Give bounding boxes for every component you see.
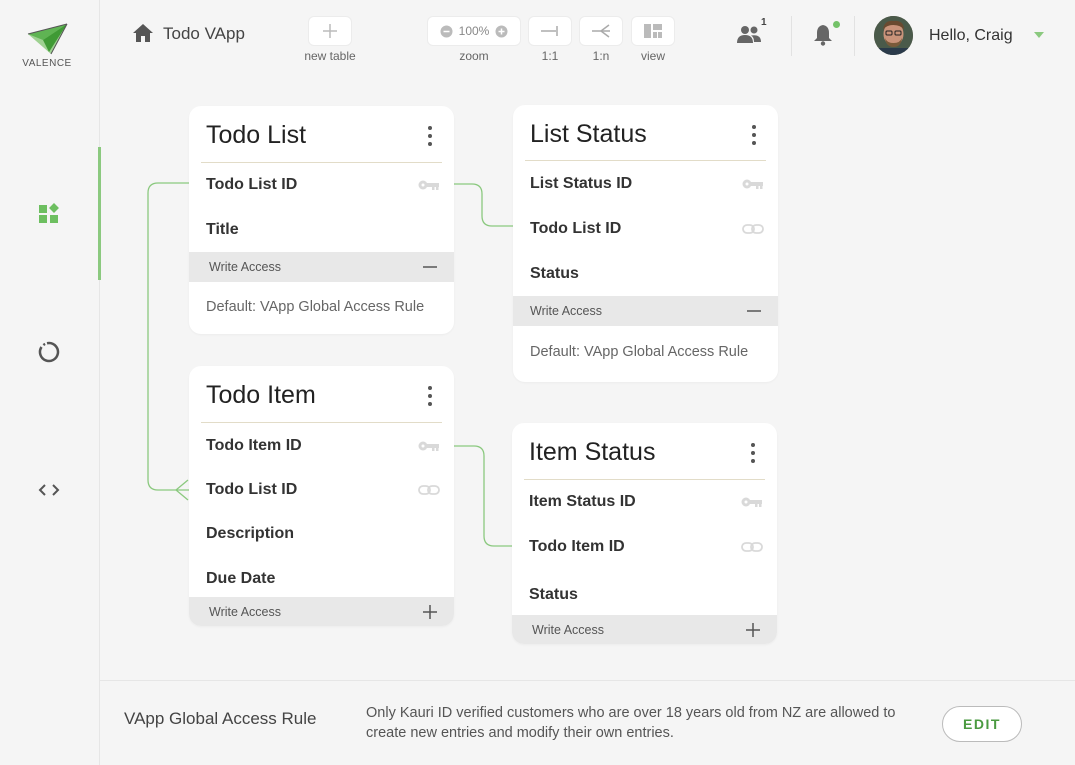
user-greeting[interactable]: Hello, Craig — [929, 27, 1013, 45]
view-button[interactable] — [632, 17, 674, 45]
collapse-minus-icon[interactable] — [746, 303, 762, 319]
more-options-icon[interactable] — [424, 386, 436, 406]
zoom-out-icon[interactable] — [440, 25, 453, 38]
one-to-one-button[interactable] — [529, 17, 571, 45]
access-rule-text: Default: VApp Global Access Rule — [530, 344, 749, 360]
table-card-list-status[interactable]: List Status List Status ID Todo List ID … — [513, 105, 778, 382]
table-title: List Status — [530, 120, 647, 148]
field-row[interactable]: Title — [206, 221, 239, 239]
avatar[interactable] — [874, 16, 913, 55]
field-row[interactable]: Todo Item ID — [529, 538, 625, 556]
code-icon — [38, 484, 60, 496]
global-rule-description: Only Kauri ID verified customers who are… — [366, 705, 896, 741]
one-to-many-tool: 1:n — [580, 17, 622, 63]
zoom-label: zoom — [459, 49, 489, 63]
field-row[interactable]: Item Status ID — [529, 493, 636, 511]
write-access-label: Write Access — [530, 304, 603, 318]
new-table-tool: new table — [304, 17, 356, 63]
home-icon[interactable] — [132, 23, 154, 43]
expand-plus-icon[interactable] — [745, 622, 761, 638]
field-row[interactable]: Due Date — [206, 570, 275, 588]
layout-view-icon — [644, 24, 662, 38]
one-to-many-label: 1:n — [592, 49, 610, 63]
field-row[interactable]: Todo List ID — [530, 220, 621, 238]
zoom-in-icon[interactable] — [495, 25, 508, 38]
title-divider — [524, 479, 765, 480]
link-icon — [741, 542, 763, 552]
field-row[interactable]: List Status ID — [530, 175, 632, 193]
table-card-todo-list[interactable]: Todo List Todo List ID Title Write Acces… — [189, 106, 454, 334]
key-icon — [418, 441, 439, 451]
title-divider — [201, 162, 442, 163]
sidebar-item-sync[interactable] — [36, 339, 62, 365]
bell-icon[interactable] — [813, 24, 833, 46]
one-to-many-relation-icon — [592, 24, 610, 38]
write-access-header[interactable]: Write Access — [189, 252, 454, 282]
zoom-value: 100% — [458, 24, 490, 38]
more-options-icon[interactable] — [747, 443, 759, 463]
sidebar-active-indicator — [98, 147, 101, 280]
link-icon — [418, 485, 440, 495]
users-count-badge: 1 — [761, 17, 767, 28]
write-access-label: Write Access — [532, 623, 605, 637]
field-row[interactable]: Todo List ID — [206, 481, 297, 499]
collapse-minus-icon[interactable] — [422, 259, 438, 275]
chevron-down-icon[interactable] — [1034, 32, 1044, 38]
table-card-item-status[interactable]: Item Status Item Status ID Todo Item ID … — [512, 423, 777, 644]
zoom-control: 100% — [428, 17, 520, 45]
title-divider — [525, 160, 766, 161]
view-tool: view — [632, 17, 674, 63]
write-access-header[interactable]: Write Access — [512, 615, 777, 644]
app-title: Todo VApp — [163, 24, 245, 43]
one-to-one-tool: 1:1 — [529, 17, 571, 63]
access-rule-text: Default: VApp Global Access Rule — [206, 299, 425, 315]
header-divider — [854, 16, 855, 56]
notification-dot — [833, 21, 840, 28]
logo-text: VALENCE — [22, 58, 72, 69]
write-access-label: Write Access — [209, 605, 282, 619]
title-divider — [201, 422, 442, 423]
sidebar-item-dashboard[interactable] — [36, 201, 62, 227]
key-icon — [741, 497, 762, 507]
field-row[interactable]: Description — [206, 525, 294, 543]
table-card-todo-item[interactable]: Todo Item Todo Item ID Todo List ID Desc… — [189, 366, 454, 626]
top-bar: Todo VApp new table 100% zoom 1:1 1:n vi… — [100, 0, 1075, 72]
table-title: Item Status — [529, 438, 656, 466]
sidebar-item-code[interactable] — [36, 477, 62, 503]
global-access-rule-panel: VApp Global Access Rule Only Kauri ID ve… — [100, 680, 1075, 765]
paper-plane-logo-icon — [27, 23, 68, 55]
key-icon — [418, 180, 439, 190]
table-title: Todo Item — [206, 381, 316, 409]
field-row[interactable]: Status — [530, 265, 579, 283]
edit-button[interactable]: EDIT — [942, 706, 1022, 742]
field-row[interactable]: Todo List ID — [206, 176, 297, 194]
write-access-header[interactable]: Write Access — [513, 296, 778, 326]
sync-icon — [38, 341, 60, 363]
view-label: view — [640, 49, 665, 63]
field-row[interactable]: Status — [529, 586, 578, 604]
link-icon — [742, 224, 764, 234]
header-divider — [791, 16, 792, 56]
table-title: Todo List — [206, 121, 307, 149]
new-table-button[interactable] — [309, 17, 351, 45]
dashboard-icon — [39, 203, 59, 223]
write-access-header[interactable]: Write Access — [189, 597, 454, 626]
sidebar: VALENCE — [0, 0, 101, 765]
global-rule-title: VApp Global Access Rule — [124, 709, 317, 728]
more-options-icon[interactable] — [424, 126, 436, 146]
one-to-one-label: 1:1 — [541, 49, 559, 63]
key-icon — [742, 179, 763, 189]
more-options-icon[interactable] — [748, 125, 760, 145]
plus-icon — [323, 24, 337, 38]
field-row[interactable]: Todo Item ID — [206, 437, 302, 455]
logo[interactable]: VALENCE — [22, 22, 72, 69]
zoom-tool: 100% zoom — [428, 17, 520, 63]
write-access-label: Write Access — [209, 260, 282, 274]
new-table-label: new table — [304, 49, 356, 63]
user-photo-icon — [874, 16, 913, 55]
one-to-many-button[interactable] — [580, 17, 622, 45]
expand-plus-icon[interactable] — [422, 604, 438, 620]
one-to-one-relation-icon — [541, 26, 558, 36]
users-icon[interactable] — [736, 25, 762, 45]
